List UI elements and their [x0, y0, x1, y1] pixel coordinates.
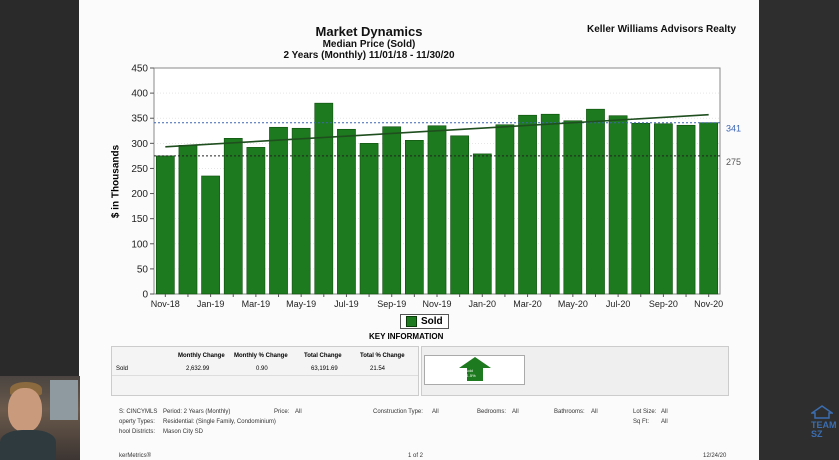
footer-price-value: All [295, 409, 302, 415]
x-tick-label: Sep-19 [377, 299, 406, 309]
key-information-heading: KEY INFORMATION [369, 332, 444, 341]
bar-Jun-19 [314, 102, 334, 295]
right-dark-border [759, 0, 839, 460]
report-date: 12/24/20 [703, 453, 727, 459]
reference-label-275: 275 [726, 157, 741, 167]
bar-Nov-19 [427, 125, 447, 295]
bar-Jan-20 [472, 153, 492, 295]
y-tick-label: 300 [131, 139, 148, 150]
footer-bathrooms-value: All [591, 409, 598, 415]
presenter-face [8, 388, 42, 432]
y-tick-label: 400 [131, 89, 148, 100]
logo-text: TEAM SZ [811, 420, 837, 439]
bar-Oct-19 [405, 140, 424, 295]
house-icon [809, 405, 835, 419]
y-tick-label: 150 [131, 214, 148, 225]
bar-Nov-20 [699, 122, 719, 295]
footer-school-value: Mason City SD [163, 429, 204, 435]
report-page: Market Dynamics Median Price (Sold) 2 Ye… [79, 0, 759, 460]
bar-Sep-20 [654, 123, 673, 295]
x-tick-label: Jan-20 [469, 299, 497, 309]
x-tick-label: May-20 [558, 299, 588, 309]
bar-Sep-19 [382, 126, 402, 295]
cell-monthly-pct-change: 0.90 [256, 366, 268, 372]
y-tick-label: 350 [131, 114, 148, 125]
team-logo: TEAM SZ [809, 405, 837, 445]
bar-Apr-20 [540, 113, 560, 295]
x-tick-label: Jul-20 [606, 299, 631, 309]
legend-label: Sold [421, 316, 443, 327]
bar-Jan-19 [201, 175, 220, 295]
footer-property-value: Residential: (Single Family, Condominium… [163, 419, 276, 425]
header-total-change: Total Change [304, 353, 342, 359]
x-tick-label: Nov-20 [694, 299, 723, 309]
footer-property-label: operty Types: [119, 419, 155, 425]
x-tick-label: Sep-20 [649, 299, 678, 309]
footer-sqft-label: Sq Ft: [633, 419, 650, 425]
footer-price-label: Price: [274, 409, 290, 415]
bar-Aug-19 [359, 143, 379, 295]
x-tick-label: Nov-18 [151, 299, 180, 309]
legend-swatch [406, 316, 417, 327]
header-total-pct-change: Total % Change [360, 353, 405, 359]
y-tick-label: 100 [131, 239, 148, 250]
bar-May-20 [563, 120, 583, 295]
change-indicator-panel: Sold +21.5% [421, 346, 729, 396]
stats-table: Monthly Change Monthly % Change Total Ch… [111, 346, 419, 396]
bar-Aug-20 [631, 122, 651, 295]
bar-Mar-19 [246, 147, 266, 295]
footer-bedrooms-label: Bedrooms: [477, 409, 507, 415]
reference-label-341: 341 [726, 124, 741, 134]
bar-Oct-20 [676, 124, 696, 295]
bar-May-19 [291, 127, 311, 295]
footer-lotsize-label: Lot Size: [633, 409, 657, 415]
bar-Dec-18 [178, 145, 198, 295]
footer-brand: kerMetrics® [119, 453, 152, 459]
bar-Feb-19 [223, 138, 243, 295]
x-tick-label: Mar-19 [242, 299, 271, 309]
x-tick-label: Jul-19 [334, 299, 359, 309]
footer-school-label: hool Districts: [119, 429, 156, 435]
footer-bedrooms-value: All [512, 409, 519, 415]
row-label: Sold [116, 366, 129, 372]
page-number: 1 of 2 [408, 453, 424, 459]
x-tick-label: May-19 [286, 299, 316, 309]
bar-Jun-20 [586, 108, 605, 295]
chart-legend: Sold [400, 314, 449, 329]
bar-Jul-20 [608, 115, 628, 295]
bar-Apr-19 [269, 126, 288, 295]
indicator-value: +21.5% [462, 373, 476, 378]
y-tick-label: 450 [131, 64, 148, 75]
x-tick-label: Jan-19 [197, 299, 225, 309]
cell-monthly-change: 2,632.99 [186, 366, 210, 372]
footer-sqft-value: All [661, 419, 668, 425]
y-tick-label: 0 [142, 290, 148, 301]
bar-Jul-19 [337, 128, 356, 295]
cell-total-pct-change: 21.54 [370, 366, 386, 372]
y-tick-label: 200 [131, 189, 148, 200]
bar-Nov-18 [155, 155, 175, 295]
y-tick-label: 250 [131, 164, 148, 175]
bar-Dec-19 [450, 135, 469, 295]
bar-Mar-20 [518, 114, 537, 295]
footer-period: Period: 2 Years (Monthly) [163, 409, 231, 415]
cell-total-change: 63,191.69 [311, 366, 338, 372]
footer-construction-value: All [432, 409, 439, 415]
footer-lotsize-value: All [661, 409, 668, 415]
report-footer: S: CINCYMLS Period: 2 Years (Monthly) Pr… [119, 404, 749, 444]
market-chart: 0 50 100 150 200 250 300 350 400 450 Nov-18 Jan-19 M… [131, 64, 741, 310]
webcam-overlay [0, 376, 80, 460]
footer-construction-label: Construction Type: [373, 409, 423, 415]
bar-Feb-20 [495, 124, 515, 295]
change-indicator-box: Sold +21.5% [424, 355, 525, 385]
x-tick-label: Nov-19 [422, 299, 451, 309]
footer-mls: S: CINCYMLS [119, 409, 158, 415]
header-monthly-pct-change: Monthly % Change [234, 353, 288, 359]
header-monthly-change: Monthly Change [178, 353, 225, 359]
footer-bathrooms-label: Bathrooms: [554, 409, 585, 415]
x-tick-label: Mar-20 [513, 299, 542, 309]
y-tick-label: 50 [137, 264, 149, 275]
